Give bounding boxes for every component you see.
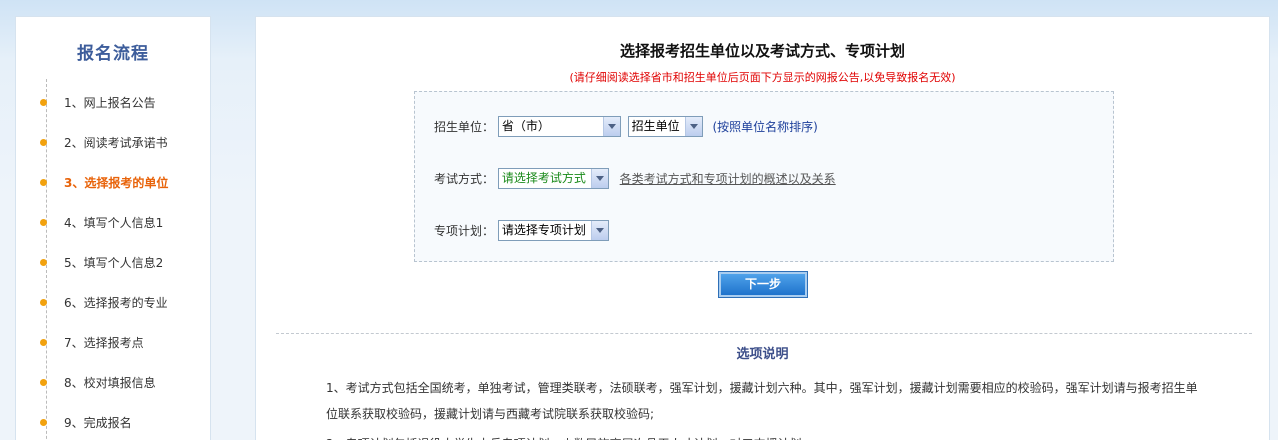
bullet-dot-icon [40, 139, 47, 146]
bullet-dot-icon [40, 219, 47, 226]
step-item-1: 1、网上报名公告 [40, 95, 156, 111]
chevron-down-icon[interactable] [602, 117, 620, 136]
special-plan-select[interactable]: 请选择专项计划 [497, 220, 609, 241]
page-title: 选择报考招生单位以及考试方式、专项计划 [619, 42, 905, 60]
unit-row: 招生单位： 省（市） 招生单位 (按照单位名称排序) [434, 115, 818, 137]
province-select[interactable]: 省（市） [497, 116, 621, 137]
step-label: 6、选择报考的专业 [64, 296, 168, 310]
step-item-9: 9、完成报名 [40, 415, 132, 431]
bullet-dot-icon [40, 179, 47, 186]
step-label: 2、阅读考试承诺书 [64, 136, 168, 150]
exam-select-value: 请选择考试方式 [501, 171, 586, 185]
step-label: 3、选择报考的单位 [64, 176, 169, 190]
chevron-down-icon[interactable] [590, 169, 608, 188]
step-label: 7、选择报考点 [64, 336, 144, 350]
province-select-value: 省（市） [501, 119, 550, 133]
step-item-8: 8、校对填报信息 [40, 375, 156, 391]
notice-text: (请仔细阅读选择省市和招生单位后页面下方显示的网报公告,以免导致报名无效) [569, 71, 956, 84]
bullet-dot-icon [40, 379, 47, 386]
step-label: 1、网上报名公告 [64, 96, 156, 110]
unit-select[interactable]: 招生单位 [627, 116, 703, 137]
step-item-3-active: 3、选择报考的单位 [40, 175, 168, 191]
step-label: 5、填写个人信息2 [64, 256, 164, 270]
exam-method-select[interactable]: 请选择考试方式 [497, 168, 609, 189]
bullet-dot-icon [40, 259, 47, 266]
notes-title: 选项说明 [736, 347, 789, 362]
sidebar: 报名流程 1、网上报名公告 2、阅读考试承诺书 3、选择报考的单位 4、填写个人… [15, 16, 211, 440]
selection-form: 招生单位： 省（市） 招生单位 (按照单位名称排序) 考试方式： 请选择考试方式… [414, 91, 1114, 262]
step-label: 9、完成报名 [64, 416, 132, 430]
chevron-down-icon[interactable] [590, 221, 608, 240]
exam-label: 考试方式： [434, 171, 495, 186]
step-label: 4、填写个人信息1 [64, 216, 164, 230]
exam-row: 考试方式： 请选择考试方式 各类考试方式和专项计划的概述以及关系 [434, 167, 836, 189]
bullet-dot-icon [40, 299, 47, 306]
plan-select-value: 请选择专项计划 [501, 223, 586, 237]
bullet-dot-icon [40, 339, 47, 346]
bullet-dot-icon [40, 99, 47, 106]
notes-paragraph-2: 2、专项计划包括退役大学生士兵专项计划、少数民族高层次骨干人才计划、对口支援计划 [326, 431, 1206, 440]
step-item-2: 2、阅读考试承诺书 [40, 135, 168, 151]
step-item-7: 7、选择报考点 [40, 335, 144, 351]
notes-paragraph-1: 1、考试方式包括全国统考，单独考试，管理类联考，法硕联考，强军计划，援藏计划六种… [326, 381, 1198, 421]
step-item-4: 4、填写个人信息1 [40, 215, 163, 231]
sidebar-title: 报名流程 [77, 44, 149, 64]
sort-by-name-link[interactable]: (按照单位名称排序) [713, 120, 818, 134]
main-panel: 选择报考招生单位以及考试方式、专项计划 (请仔细阅读选择省市和招生单位后页面下方… [255, 16, 1270, 440]
section-divider [276, 333, 1252, 334]
chevron-down-icon[interactable] [684, 117, 702, 136]
step-item-5: 5、填写个人信息2 [40, 255, 163, 271]
bullet-dot-icon [40, 419, 47, 426]
next-step-button[interactable]: 下一步 [718, 271, 808, 298]
step-label: 8、校对填报信息 [64, 376, 156, 390]
exam-description-link[interactable]: 各类考试方式和专项计划的概述以及关系 [620, 172, 836, 186]
plan-row: 专项计划： 请选择专项计划 [434, 219, 612, 241]
plan-label: 专项计划： [434, 223, 495, 238]
unit-select-value: 招生单位 [631, 119, 680, 133]
step-item-6: 6、选择报考的专业 [40, 295, 168, 311]
unit-label: 招生单位： [434, 119, 495, 134]
